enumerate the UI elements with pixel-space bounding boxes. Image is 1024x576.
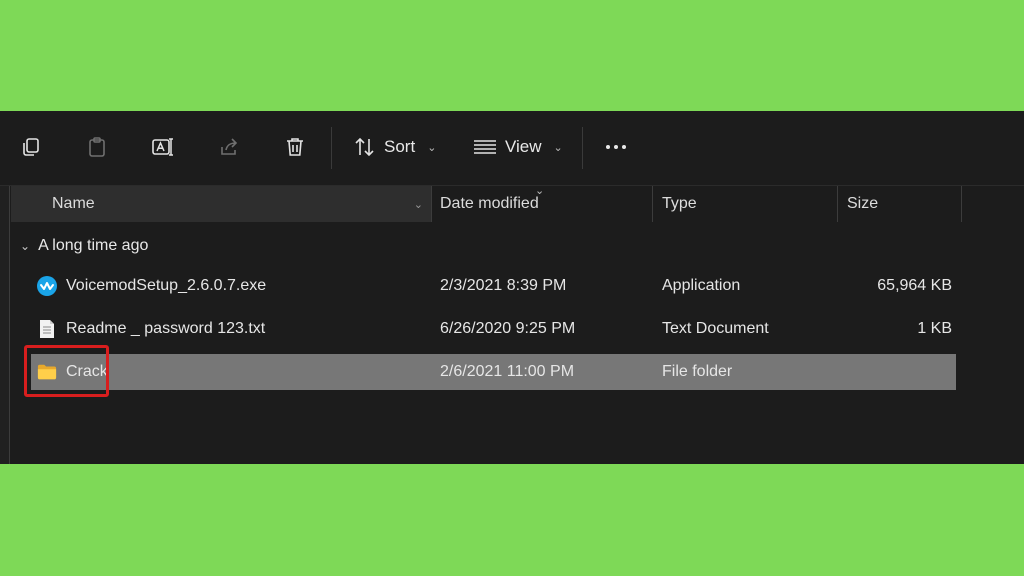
more-options-button[interactable] xyxy=(602,133,630,161)
view-label: View xyxy=(505,137,542,156)
column-size[interactable]: Size xyxy=(847,186,878,222)
group-header[interactable]: ⌄ A long time ago xyxy=(20,237,148,255)
column-type[interactable]: Type xyxy=(662,186,697,222)
column-name-label: Name xyxy=(52,195,95,212)
paste-button[interactable] xyxy=(82,132,112,162)
column-divider[interactable] xyxy=(837,186,838,222)
share-icon xyxy=(221,138,238,155)
ellipsis-icon xyxy=(606,145,610,149)
sort-button[interactable]: Sort ⌄ xyxy=(354,133,436,161)
file-type: Application xyxy=(662,277,741,294)
chevron-down-icon[interactable]: ⌄ xyxy=(20,239,30,253)
file-row-selected[interactable]: Crack 2/6/2021 11:00 PM File folder xyxy=(31,354,956,390)
trash-icon xyxy=(287,138,303,156)
copy-button[interactable] xyxy=(16,132,46,162)
column-header: Name ⌄ Date modified ⌄ Type Size xyxy=(11,185,1024,222)
view-button[interactable]: View ⌄ xyxy=(473,133,563,161)
file-size: 65,964 KB xyxy=(877,277,952,294)
column-date-modified[interactable]: Date modified xyxy=(440,186,539,222)
text-file-icon xyxy=(37,319,57,339)
paste-icon xyxy=(89,137,105,157)
file-name: Readme _ password 123.txt xyxy=(66,320,266,337)
sort-indicator-icon: ⌄ xyxy=(535,185,545,197)
file-date: 2/3/2021 8:39 PM xyxy=(440,277,567,294)
column-divider[interactable] xyxy=(652,186,653,222)
command-bar: Sort ⌄ View ⌄ xyxy=(0,111,1024,186)
chevron-down-icon: ⌄ xyxy=(553,141,563,154)
file-size: 1 KB xyxy=(917,320,952,337)
file-row[interactable]: Readme _ password 123.txt 6/26/2020 9:25… xyxy=(31,311,956,347)
column-divider[interactable] xyxy=(961,186,962,222)
file-type: Text Document xyxy=(662,320,769,337)
column-size-label: Size xyxy=(847,195,879,212)
chevron-down-icon: ⌄ xyxy=(427,141,437,154)
group-label: A long time ago xyxy=(38,237,149,254)
delete-button[interactable] xyxy=(280,132,310,162)
column-type-label: Type xyxy=(662,195,697,212)
chevron-down-icon[interactable]: ⌄ xyxy=(414,198,423,211)
rename-button[interactable] xyxy=(148,132,178,162)
share-button[interactable] xyxy=(214,132,244,162)
file-type: File folder xyxy=(662,363,733,380)
file-name-cell: VoicemodSetup_2.6.0.7.exe xyxy=(37,268,266,304)
file-name-cell: Readme _ password 123.txt xyxy=(37,311,265,347)
file-date: 2/6/2021 11:00 PM xyxy=(440,363,575,380)
toolbar-divider xyxy=(331,127,332,169)
sort-icon xyxy=(355,137,374,157)
voicemod-app-icon xyxy=(37,276,57,296)
file-row[interactable]: VoicemodSetup_2.6.0.7.exe 2/3/2021 8:39 … xyxy=(31,268,956,304)
rename-icon xyxy=(152,138,173,156)
view-icon xyxy=(474,140,496,154)
sort-label: Sort xyxy=(384,137,416,156)
red-annotation-box xyxy=(24,345,109,397)
column-date-label: Date modified xyxy=(440,195,539,212)
column-name[interactable]: Name ⌄ xyxy=(11,186,431,222)
navigation-pane-edge[interactable] xyxy=(0,186,10,464)
file-name: VoicemodSetup_2.6.0.7.exe xyxy=(66,277,267,294)
file-explorer-window: Sort ⌄ View ⌄ Name ⌄ Date modified ⌄ Typ… xyxy=(0,111,1024,464)
file-date: 6/26/2020 9:25 PM xyxy=(440,320,576,337)
toolbar-divider xyxy=(582,127,583,169)
column-divider[interactable] xyxy=(431,186,432,222)
copy-icon xyxy=(23,138,39,156)
